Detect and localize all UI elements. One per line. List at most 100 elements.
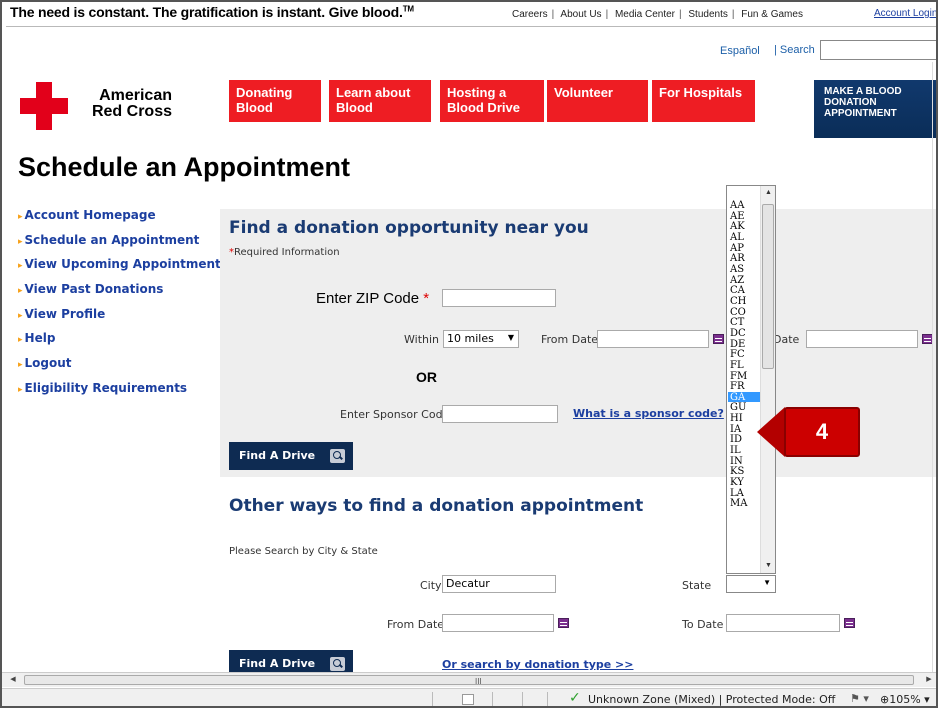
sidebar-item-profile[interactable]: ▸ View Profile — [18, 307, 228, 332]
scroll-right-icon[interactable]: ▶ — [922, 673, 936, 687]
calendar-icon[interactable] — [558, 618, 569, 628]
status-bar: ✓ Unknown Zone (Mixed) | Protected Mode:… — [2, 688, 936, 706]
nav-for-hospitals[interactable]: For Hospitals — [652, 80, 755, 122]
state-option[interactable]: AK — [728, 221, 760, 232]
util-link-careers[interactable]: Careers — [512, 9, 548, 20]
arrow-icon: ▸ — [18, 212, 23, 222]
scroll-thumb[interactable] — [762, 204, 774, 369]
state-option[interactable]: FM — [728, 371, 760, 382]
city-to-date-input[interactable] — [726, 614, 840, 632]
sidebar-item-upcoming[interactable]: ▸ View Upcoming Appointments — [18, 257, 228, 282]
state-option[interactable]: LA — [728, 488, 760, 499]
security-zone[interactable]: Unknown Zone (Mixed) | Protected Mode: O… — [588, 693, 835, 706]
sidebar-item-account-homepage[interactable]: ▸ Account Homepage — [18, 208, 228, 233]
required-note: *Required Information — [229, 247, 340, 258]
state-option[interactable]: KS — [728, 466, 760, 478]
page-title: Schedule an Appointment — [18, 152, 351, 182]
red-cross-logo-icon[interactable] — [20, 82, 68, 130]
sidebar-item-past-donations[interactable]: ▸ View Past Donations — [18, 282, 228, 307]
search-link[interactable]: | Search — [774, 44, 815, 56]
state-option[interactable]: IN — [728, 456, 760, 467]
make-appointment-button[interactable]: MAKE A BLOOD DONATION APPOINTMENT — [814, 80, 936, 138]
language-link[interactable]: Español — [720, 45, 760, 57]
state-option[interactable]: IL — [728, 445, 760, 456]
state-option[interactable]: MA — [728, 498, 760, 510]
brand-line-1: American — [99, 87, 172, 104]
sidebar-item-schedule[interactable]: ▸ Schedule an Appointment — [18, 233, 228, 258]
dropdown-scrollbar[interactable]: ▲ ▼ — [760, 186, 775, 573]
state-option[interactable]: ID — [728, 434, 760, 446]
sidebar-item-logout[interactable]: ▸ Logout — [18, 356, 228, 381]
util-link-fun-games[interactable]: Fun & Games — [741, 9, 803, 20]
nav-hosting-blood-drive[interactable]: Hosting a Blood Drive — [440, 80, 544, 122]
to-date-input[interactable] — [806, 330, 918, 348]
nav-learn-about-blood[interactable]: Learn about Blood — [329, 80, 431, 122]
state-option[interactable]: CT — [728, 317, 760, 328]
nav-volunteer[interactable]: Volunteer — [547, 80, 648, 122]
util-link-media[interactable]: Media Center — [615, 9, 675, 20]
protected-mode-icon[interactable]: ⚑ ▾ — [850, 692, 869, 705]
sidebar-item-eligibility[interactable]: ▸ Eligibility Requirements — [18, 381, 228, 406]
from-date-input[interactable] — [597, 330, 709, 348]
find-drive-button[interactable]: Find A Drive — [229, 442, 353, 470]
scroll-down-icon[interactable]: ▼ — [761, 559, 775, 573]
state-option[interactable]: DE — [728, 339, 760, 350]
state-option[interactable]: KY — [728, 477, 760, 488]
util-link-about[interactable]: About Us — [560, 9, 601, 20]
city-to-date-label: To Date — [682, 618, 724, 631]
state-option[interactable]: HI — [728, 413, 760, 424]
state-option[interactable]: AP — [728, 243, 760, 254]
nav-donating-blood[interactable]: Donating Blood — [229, 80, 321, 122]
within-select[interactable]: 10 miles ▼ — [443, 330, 519, 348]
city-from-date-input[interactable] — [442, 614, 554, 632]
zip-input[interactable] — [442, 289, 556, 307]
state-option[interactable]: GU — [728, 402, 760, 414]
state-option-selected[interactable]: GA — [728, 391, 760, 403]
from-date-label: From Date — [541, 333, 599, 346]
util-link-students[interactable]: Students — [688, 9, 727, 20]
page-icon — [462, 694, 474, 705]
state-label: State — [682, 579, 712, 592]
state-option[interactable]: AR — [728, 253, 760, 264]
arrow-icon: ▸ — [18, 286, 23, 297]
state-option[interactable]: DC — [728, 328, 760, 339]
state-option[interactable]: FR — [728, 381, 760, 392]
calendar-icon[interactable] — [713, 334, 724, 344]
zoom-level[interactable]: ⊕105% ▾ — [880, 693, 930, 706]
state-option[interactable]: AL — [728, 232, 760, 243]
search-input[interactable] — [820, 40, 936, 60]
state-option[interactable]: FL — [728, 360, 760, 371]
city-input[interactable]: Decatur — [442, 575, 556, 593]
state-dropdown-list[interactable]: AA AE AK AL AP AR AS AZ CA CH CO CT DC DE FC FL FM FR GA GU… — [726, 185, 776, 574]
state-option[interactable]: AA — [728, 200, 760, 211]
state-option[interactable]: IA — [728, 424, 760, 435]
donation-type-link[interactable]: Or search by donation type >> — [442, 658, 633, 671]
horizontal-scrollbar[interactable]: ◀ III ▶ — [2, 672, 936, 687]
state-option[interactable]: CH — [728, 296, 760, 307]
state-option[interactable]: AZ — [728, 275, 760, 286]
page-scrollbar[interactable] — [932, 62, 936, 672]
scroll-thumb[interactable]: III — [24, 675, 914, 686]
utility-links: Careers | About Us | Media Center | Student… — [512, 9, 803, 20]
state-option[interactable]: AS — [728, 264, 760, 275]
chevron-down-icon: ▼ — [763, 578, 771, 587]
state-option[interactable]: AE — [728, 211, 760, 222]
sponsor-code-help-link[interactable]: What is a sponsor code? — [573, 407, 724, 420]
find-drive-button-2[interactable]: Find A Drive — [229, 650, 353, 674]
scroll-left-icon[interactable]: ◀ — [6, 673, 20, 687]
state-option[interactable]: CA — [728, 285, 760, 296]
scroll-up-icon[interactable]: ▲ — [761, 186, 775, 200]
browser-window: The need is constant. The gratification … — [0, 0, 938, 708]
arrow-icon: ▸ — [18, 261, 23, 272]
sponsor-code-input[interactable] — [442, 405, 558, 423]
sidebar-item-help[interactable]: ▸ Help — [18, 331, 228, 356]
account-login-link[interactable]: Account Login — [874, 8, 936, 19]
state-option[interactable]: CO — [728, 307, 760, 318]
state-options: AA AE AK AL AP AR AS AZ CA CH CO CT DC DE FC FL FM FR GA GU… — [728, 200, 760, 509]
state-option[interactable]: FC — [728, 349, 760, 360]
or-separator: OR — [416, 369, 437, 385]
state-select[interactable]: ▼ — [726, 575, 776, 593]
zip-label: Enter ZIP Code * — [316, 290, 430, 307]
brand-name[interactable]: American Red Cross — [84, 88, 172, 120]
calendar-icon[interactable] — [844, 618, 855, 628]
